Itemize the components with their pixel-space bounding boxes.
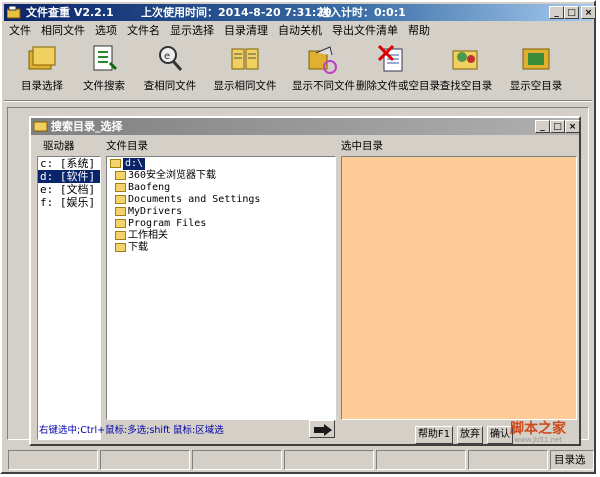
file-search-button[interactable]: 文件搜索 — [74, 40, 134, 96]
menu-options[interactable]: 选项 — [90, 22, 122, 39]
folder-tree[interactable]: d:\ 360安全浏览器下载 Baofeng Documents and Set… — [106, 156, 336, 420]
dir-header: 文件目录 — [106, 140, 148, 152]
menu-display[interactable]: 显示选择 — [165, 22, 219, 39]
watermark-logo: 脚本之家 — [510, 421, 566, 437]
status-cell-3 — [192, 450, 282, 470]
arrow-right-icon — [314, 424, 332, 436]
close-button[interactable]: × — [581, 6, 596, 19]
selected-dirs-list[interactable] — [341, 156, 577, 420]
dir-select-button[interactable]: 目录选择 — [10, 40, 74, 96]
folder-icon — [115, 243, 126, 252]
drive-list[interactable]: c: [系统] d: [软件] e: [文档] f: [娱乐] — [37, 156, 101, 440]
status-cell-2 — [100, 450, 190, 470]
dialog-close-button[interactable]: × — [565, 120, 580, 133]
folder-icon — [115, 231, 126, 240]
folder-icon — [115, 195, 126, 204]
watermark-url: www.jb51.net — [514, 436, 562, 444]
folder-icon — [115, 183, 126, 192]
svg-text:e: e — [164, 51, 170, 62]
dialog-title-bar: 搜索目录_选择 _ □ × — [31, 118, 580, 135]
status-cell-4 — [284, 450, 374, 470]
find-empty-dirs-button[interactable]: 查找空目录 — [434, 40, 498, 96]
toolbar-separator — [4, 100, 592, 102]
folder-icon — [115, 171, 126, 180]
folders-icon — [28, 46, 56, 70]
selection-hint: 右键选中;Ctrl+鼠标:多选;shift 鼠标:区域选 — [39, 425, 224, 436]
same-file-icon: e — [159, 46, 183, 71]
status-text: 目录选 — [550, 450, 594, 470]
status-bar: 目录选 — [4, 450, 594, 472]
dir-select-dialog: 搜索目录_选择 _ □ × 驱动器 文件目录 选中目录 c: [系统] d: [… — [29, 116, 581, 446]
menu-same-files[interactable]: 相同文件 — [36, 22, 90, 39]
title-bar: 文件查重 V2.2.1 上次使用时间：2014-8-20 7:31:20 进入计… — [4, 4, 596, 21]
app-icon — [7, 6, 21, 19]
elapsed-timer: 进入计时：0:0:1 — [319, 6, 406, 19]
help-button[interactable]: 帮助F1 — [415, 426, 453, 444]
status-cell-6 — [468, 450, 548, 470]
drive-item[interactable]: c: [系统] — [38, 157, 100, 170]
delete-files-button[interactable]: 删除文件或空目录 — [356, 40, 440, 96]
dialog-title: 搜索目录_选择 — [51, 120, 123, 133]
tree-item[interactable]: Documents and Settings — [107, 194, 335, 206]
folder-icon — [34, 121, 48, 132]
menu-export-list[interactable]: 导出文件清单 — [327, 22, 403, 39]
tree-item[interactable]: 下载 — [107, 242, 335, 254]
file-search-icon — [93, 45, 118, 71]
tree-item[interactable]: 360安全浏览器下载 — [107, 170, 335, 182]
tree-item[interactable]: MyDrivers — [107, 206, 335, 218]
selected-header: 选中目录 — [341, 140, 383, 152]
tree-item[interactable]: Baofeng — [107, 182, 335, 194]
dialog-minimize-button[interactable]: _ — [535, 120, 550, 133]
tree-root[interactable]: d:\ — [107, 158, 335, 170]
find-same-files-button[interactable]: e 查相同文件 — [140, 40, 200, 96]
last-used-time: 上次使用时间：2014-8-20 7:31:20 — [141, 6, 332, 19]
show-different-files-button[interactable]: 显示不同文件 — [292, 40, 355, 96]
maximize-button[interactable]: □ — [564, 6, 579, 19]
drive-item-selected[interactable]: d: [软件] — [38, 170, 100, 183]
folder-icon — [115, 207, 126, 216]
window-title: 文件查重 V2.2.1 — [26, 6, 114, 19]
tree-item[interactable]: 工作相关 — [107, 230, 335, 242]
minimize-button[interactable]: _ — [549, 6, 564, 19]
drives-header: 驱动器 — [43, 140, 75, 152]
toolbar: 目录选择 文件搜索 e 查相同文件 显示相同文件 显示不同文件 删除文件或空目录… — [4, 40, 592, 96]
find-empty-icon — [452, 50, 478, 70]
show-same-icon — [231, 48, 259, 70]
dialog-maximize-button[interactable]: □ — [550, 120, 565, 133]
tree-item[interactable]: Program Files — [107, 218, 335, 230]
abandon-button[interactable]: 放弃 — [457, 426, 483, 444]
status-cell-1 — [8, 450, 98, 470]
menu-auto-shutdown[interactable]: 自动关机 — [273, 22, 327, 39]
menu-help[interactable]: 帮助 — [403, 22, 435, 39]
show-empty-icon — [522, 48, 550, 70]
status-cell-5 — [376, 450, 466, 470]
show-same-files-button[interactable]: 显示相同文件 — [204, 40, 286, 96]
show-empty-dirs-button[interactable]: 显示空目录 — [504, 40, 568, 96]
show-different-icon — [308, 46, 337, 74]
menu-bar: 文件 相同文件 选项 文件名 显示选择 目录清理 自动关机 导出文件清单 帮助 — [4, 22, 592, 39]
delete-icon — [377, 44, 403, 72]
folder-icon — [115, 219, 126, 228]
menu-filename[interactable]: 文件名 — [122, 22, 165, 39]
drive-item[interactable]: f: [娱乐] — [38, 196, 100, 209]
menu-file[interactable]: 文件 — [4, 22, 36, 39]
add-dir-button[interactable] — [309, 420, 335, 438]
drive-item[interactable]: e: [文档] — [38, 183, 100, 196]
open-folder-icon — [110, 159, 121, 168]
menu-dir-cleanup[interactable]: 目录清理 — [219, 22, 273, 39]
